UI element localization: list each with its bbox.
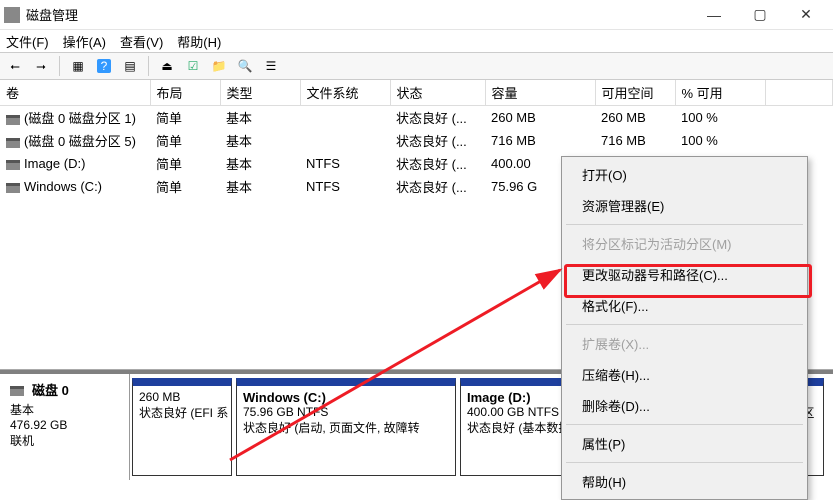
eject-icon[interactable]: ⏏ bbox=[156, 55, 178, 77]
volume-icon bbox=[6, 183, 20, 193]
maximize-button[interactable]: ▢ bbox=[737, 1, 783, 29]
menu-item[interactable]: 压缩卷(H)... bbox=[564, 359, 805, 390]
menu-item[interactable]: 删除卷(D)... bbox=[564, 390, 805, 421]
separator bbox=[148, 56, 149, 76]
col-fs[interactable]: 文件系统 bbox=[300, 80, 390, 106]
menu-item: 将分区标记为活动分区(M) bbox=[564, 228, 805, 259]
back-icon[interactable]: ⭠ bbox=[4, 55, 26, 77]
menu-view[interactable]: 查看(V) bbox=[120, 32, 163, 51]
list-icon[interactable]: ☰ bbox=[260, 55, 282, 77]
refresh-icon[interactable]: ▤ bbox=[119, 55, 141, 77]
disk-state: 联机 bbox=[10, 432, 119, 449]
menu-item[interactable]: 打开(O) bbox=[564, 159, 805, 190]
col-type[interactable]: 类型 bbox=[220, 80, 300, 106]
menu-file[interactable]: 文件(F) bbox=[6, 32, 49, 51]
menu-item[interactable]: 属性(P) bbox=[564, 428, 805, 459]
menu-separator bbox=[566, 224, 803, 225]
context-menu: 打开(O)资源管理器(E) 将分区标记为活动分区(M)更改驱动器号和路径(C)..… bbox=[561, 156, 808, 500]
column-headers: 卷 布局 类型 文件系统 状态 容量 可用空间 % 可用 bbox=[0, 80, 833, 106]
col-capacity[interactable]: 容量 bbox=[485, 80, 595, 106]
help-icon[interactable]: ? bbox=[93, 55, 115, 77]
menubar: 文件(F) 操作(A) 查看(V) 帮助(H) bbox=[0, 30, 833, 52]
col-blank bbox=[765, 80, 833, 106]
partition-box[interactable]: Windows (C:)75.96 GB NTFS状态良好 (启动, 页面文件,… bbox=[236, 378, 456, 476]
menu-item[interactable]: 更改驱动器号和路径(C)... bbox=[564, 259, 805, 290]
toolbar: ⭠ ⭢ ▦ ? ▤ ⏏ ☑ 📁 🔍 ☰ bbox=[0, 52, 833, 80]
col-free[interactable]: 可用空间 bbox=[595, 80, 675, 106]
separator bbox=[59, 56, 60, 76]
menu-item[interactable]: 资源管理器(E) bbox=[564, 190, 805, 221]
menu-separator bbox=[566, 462, 803, 463]
disk-name: 磁盘 0 bbox=[32, 380, 69, 399]
disk-size: 476.92 GB bbox=[10, 418, 119, 432]
volume-icon bbox=[6, 115, 20, 125]
minimize-button[interactable]: — bbox=[691, 1, 737, 29]
table-row[interactable]: (磁盘 0 磁盘分区 1) 简单基本状态良好 (... 260 MB260 MB… bbox=[0, 106, 833, 130]
col-status[interactable]: 状态 bbox=[390, 80, 485, 106]
menu-separator bbox=[566, 424, 803, 425]
window-title: 磁盘管理 bbox=[26, 5, 691, 24]
forward-icon[interactable]: ⭢ bbox=[30, 55, 52, 77]
menu-item[interactable]: 帮助(H) bbox=[564, 466, 805, 497]
titlebar: 磁盘管理 — ▢ ✕ bbox=[0, 0, 833, 30]
menu-action[interactable]: 操作(A) bbox=[63, 32, 106, 51]
folder-up-icon[interactable]: 📁 bbox=[208, 55, 230, 77]
table-icon[interactable]: ▦ bbox=[67, 55, 89, 77]
menu-help[interactable]: 帮助(H) bbox=[177, 32, 221, 51]
disk-summary[interactable]: 磁盘 0 基本 476.92 GB 联机 bbox=[0, 374, 130, 480]
properties-icon[interactable]: ☑ bbox=[182, 55, 204, 77]
menu-separator bbox=[566, 324, 803, 325]
col-layout[interactable]: 布局 bbox=[150, 80, 220, 106]
menu-item: 扩展卷(X)... bbox=[564, 328, 805, 359]
col-volume[interactable]: 卷 bbox=[0, 80, 150, 106]
partition-box[interactable]: 260 MB状态良好 (EFI 系 bbox=[132, 378, 232, 476]
table-row[interactable]: (磁盘 0 磁盘分区 5) 简单基本状态良好 (... 716 MB716 MB… bbox=[0, 129, 833, 152]
menu-item[interactable]: 格式化(F)... bbox=[564, 290, 805, 321]
disk-icon bbox=[10, 386, 24, 396]
volume-icon bbox=[6, 138, 20, 148]
app-icon bbox=[4, 7, 20, 23]
volume-icon bbox=[6, 160, 20, 170]
close-button[interactable]: ✕ bbox=[783, 1, 829, 29]
disk-kind: 基本 bbox=[10, 401, 119, 418]
folder-search-icon[interactable]: 🔍 bbox=[234, 55, 256, 77]
col-pct[interactable]: % 可用 bbox=[675, 80, 765, 106]
